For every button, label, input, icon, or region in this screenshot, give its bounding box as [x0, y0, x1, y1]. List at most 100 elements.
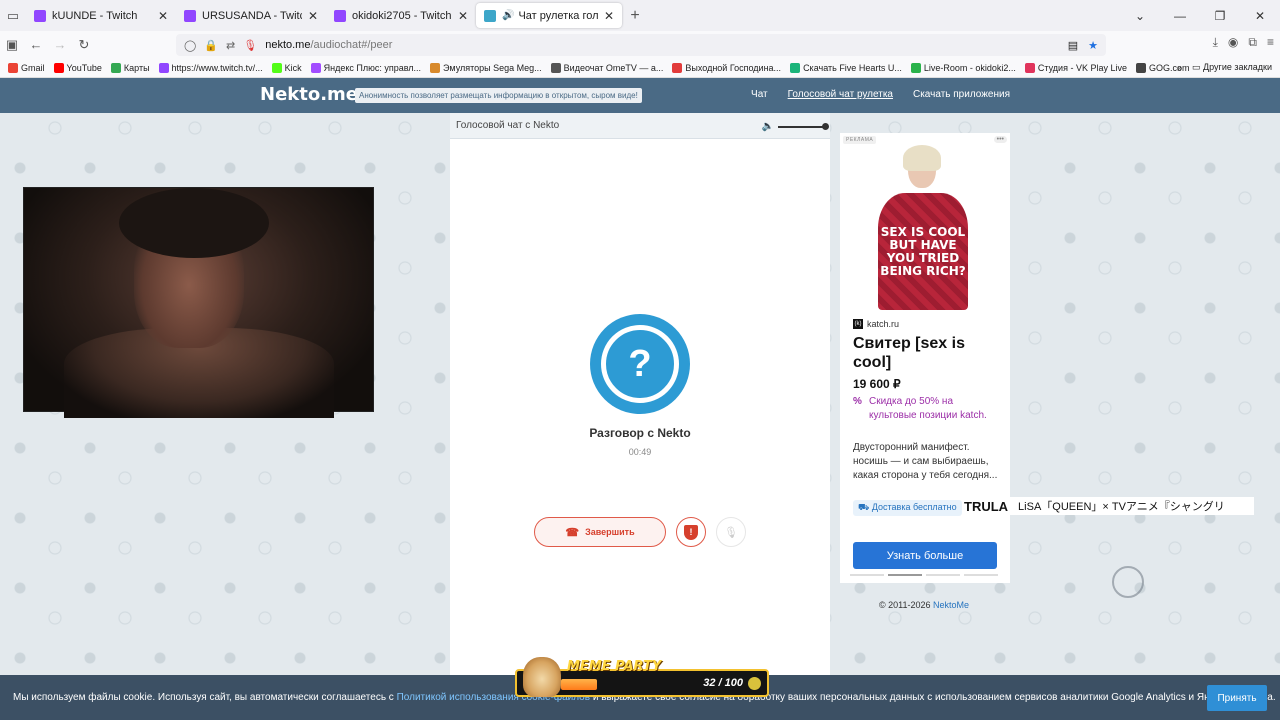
- volume-icon[interactable]: 🔈: [762, 121, 774, 132]
- webcam-overlay: [23, 187, 374, 418]
- ad-product-image[interactable]: SEX IS COOL BUT HAVE YOU TRIED BEING RIC…: [870, 145, 975, 310]
- bookmark-manga[interactable]: Выходной Господина...: [672, 62, 781, 73]
- download-site-icon: [790, 62, 801, 73]
- tab-list-icon[interactable]: ▭: [0, 0, 26, 31]
- ad-learn-more-button[interactable]: Узнать больше: [853, 542, 997, 569]
- footer-link[interactable]: NektoMe: [933, 600, 969, 610]
- manga-icon: [672, 62, 683, 73]
- kick-icon: [271, 62, 282, 73]
- forward-icon[interactable]: →: [48, 37, 72, 52]
- ad-delivery: ⛟ Доставка бесплатно: [853, 500, 962, 516]
- menu-icon[interactable]: ≡: [1267, 35, 1274, 50]
- bookmark-five-hearts[interactable]: Скачать Five Hearts U...: [790, 62, 902, 73]
- site-logo[interactable]: Nekto.me: [260, 84, 358, 105]
- reload-icon[interactable]: ↻: [72, 37, 96, 53]
- new-tab-icon[interactable]: +: [622, 7, 648, 25]
- partner-avatar: ?: [590, 314, 690, 414]
- reader-icon[interactable]: ▤: [1068, 39, 1078, 52]
- tab-1[interactable]: kUUNDE - Twitch ✕: [26, 3, 176, 28]
- lock-icon[interactable]: 🔒: [204, 39, 218, 52]
- address-bar[interactable]: ◯ 🔒 ⇄ 🎙 nekto.me/audiochat#/peer ▤ ★: [176, 34, 1106, 56]
- permissions-icon[interactable]: ⇄: [226, 39, 235, 52]
- bookmarks-bar: Gmail YouTube Карты https://www.twitch.t…: [0, 58, 1280, 78]
- katch-logo-icon: (k): [853, 319, 863, 329]
- chat-header-title: Голосовой чат с Nekto: [456, 120, 560, 131]
- restore-icon[interactable]: ❐: [1200, 9, 1240, 23]
- sidebar-icon[interactable]: ▣: [0, 37, 24, 53]
- tab-2[interactable]: URSUSANDA - Twitch ✕: [176, 3, 326, 28]
- extensions-icon[interactable]: ⧉: [1248, 35, 1257, 50]
- yandex-plus-icon: [310, 62, 321, 73]
- ad-title[interactable]: Свитер [sex is cool]: [853, 334, 1003, 372]
- bookmark-star-icon[interactable]: ★: [1088, 39, 1098, 52]
- bookmark-maps[interactable]: Карты: [110, 62, 150, 73]
- close-icon[interactable]: ✕: [308, 9, 318, 23]
- shield-icon[interactable]: ◯: [184, 39, 196, 52]
- more-icon[interactable]: •••: [993, 136, 1007, 143]
- conversation-title: Разговор с Nekto: [589, 426, 691, 440]
- end-call-button[interactable]: ☎ Завершить: [534, 517, 666, 547]
- percent-icon: %: [853, 396, 862, 407]
- nav-voice-chat[interactable]: Голосовой чат рулетка: [788, 89, 893, 100]
- gmail-icon: [8, 62, 18, 73]
- bookmark-youtube[interactable]: YouTube: [53, 62, 102, 73]
- speaker-icon[interactable]: 🔊: [502, 10, 514, 21]
- back-icon[interactable]: ←: [24, 37, 48, 52]
- live-room-icon: [910, 62, 921, 73]
- nekto-site: Nekto.me Анонимность позволяет размещать…: [0, 78, 1280, 720]
- meme-party-title: MEME PARTY: [567, 659, 662, 674]
- nav-chat[interactable]: Чат: [751, 89, 768, 100]
- twitch-icon: [34, 9, 46, 22]
- chevron-down-icon[interactable]: ⌄: [1120, 9, 1160, 23]
- overlay-brand: TRULA: [964, 498, 1009, 514]
- advertisement[interactable]: РЕКЛАМА ••• SEX IS COOL BUT HAVE YOU TRI…: [840, 133, 1010, 583]
- tab-3[interactable]: okidoki2705 - Twitch ✕: [326, 3, 476, 28]
- doge-icon: [523, 657, 561, 697]
- tab-4-active[interactable]: 🔊 Чат рулетка голосовая — Ne ✕: [476, 3, 622, 28]
- voice-chat-panel: Голосовой чат с Nekto 🔈 ? Разговор с Nek…: [450, 113, 830, 720]
- nav-download-apps[interactable]: Скачать приложения: [913, 89, 1010, 100]
- download-icon[interactable]: ⤓: [1213, 35, 1218, 50]
- meme-party-widget: MEME PARTY 32 / 100: [515, 657, 769, 697]
- youtube-icon: [53, 62, 64, 73]
- report-button[interactable]: !: [676, 517, 706, 547]
- chevron-right-icon[interactable]: »: [1177, 63, 1182, 73]
- question-mark-icon: ?: [601, 325, 679, 403]
- other-bookmarks[interactable]: ▭ Другие закладки: [1192, 62, 1272, 73]
- volume-slider[interactable]: [778, 122, 829, 130]
- loading-spinner-icon: [1112, 566, 1144, 598]
- site-header: Nekto.me Анонимность позволяет размещать…: [0, 78, 1280, 113]
- bookmark-yandex-plus[interactable]: Яндекс Плюс: управл...: [310, 62, 421, 73]
- twitch-icon: [158, 62, 169, 73]
- url-path: /audiochat#/peer: [310, 39, 393, 51]
- bookmark-kick[interactable]: Kick: [271, 62, 302, 73]
- window-controls: ⌄ — ❐ ✕: [1120, 0, 1280, 31]
- minimize-icon[interactable]: —: [1160, 9, 1200, 23]
- accept-cookies-button[interactable]: Принять: [1207, 685, 1267, 711]
- site-nav: Чат Голосовой чат рулетка Скачать прилож…: [751, 89, 1010, 100]
- bookmark-sega[interactable]: Эмуляторы Sega Meg...: [430, 62, 542, 73]
- account-icon[interactable]: ◉: [1228, 35, 1238, 50]
- twitch-icon: [184, 9, 196, 22]
- end-call-label: Завершить: [585, 527, 635, 537]
- close-window-icon[interactable]: ✕: [1240, 9, 1280, 23]
- shield-alert-icon: !: [684, 524, 698, 540]
- volume-control[interactable]: 🔈: [762, 121, 829, 132]
- close-icon[interactable]: ✕: [158, 9, 168, 23]
- bookmark-gmail[interactable]: Gmail: [8, 62, 45, 73]
- ometv-icon: [550, 62, 561, 73]
- bookmark-vk-play[interactable]: Студия - VK Play Live: [1024, 62, 1127, 73]
- browser-navbar: ▣ ← → ↻ ◯ 🔒 ⇄ 🎙 nekto.me/audiochat#/peer…: [0, 31, 1280, 58]
- mute-button[interactable]: 🎙: [716, 517, 746, 547]
- copyright: © 2011-2026 NektoMe: [879, 600, 970, 610]
- ad-label: РЕКЛАМА: [843, 136, 877, 144]
- mic-icon[interactable]: 🎙: [243, 39, 257, 52]
- close-icon[interactable]: ✕: [458, 9, 468, 23]
- bookmark-ometv[interactable]: Видеочат OmeTV — а...: [550, 62, 663, 73]
- chat-header: Голосовой чат с Nekto 🔈: [450, 113, 830, 139]
- close-icon[interactable]: ✕: [604, 9, 614, 23]
- ad-discount-text: Скидка до 50% на культовые позиции katch…: [869, 396, 987, 421]
- browser-tabbar: ▭ kUUNDE - Twitch ✕ URSUSANDA - Twitch ✕…: [0, 0, 1280, 31]
- bookmark-twitch[interactable]: https://www.twitch.tv/...: [158, 62, 263, 73]
- bookmark-live-room[interactable]: Live-Room - okidoki2...: [910, 62, 1016, 73]
